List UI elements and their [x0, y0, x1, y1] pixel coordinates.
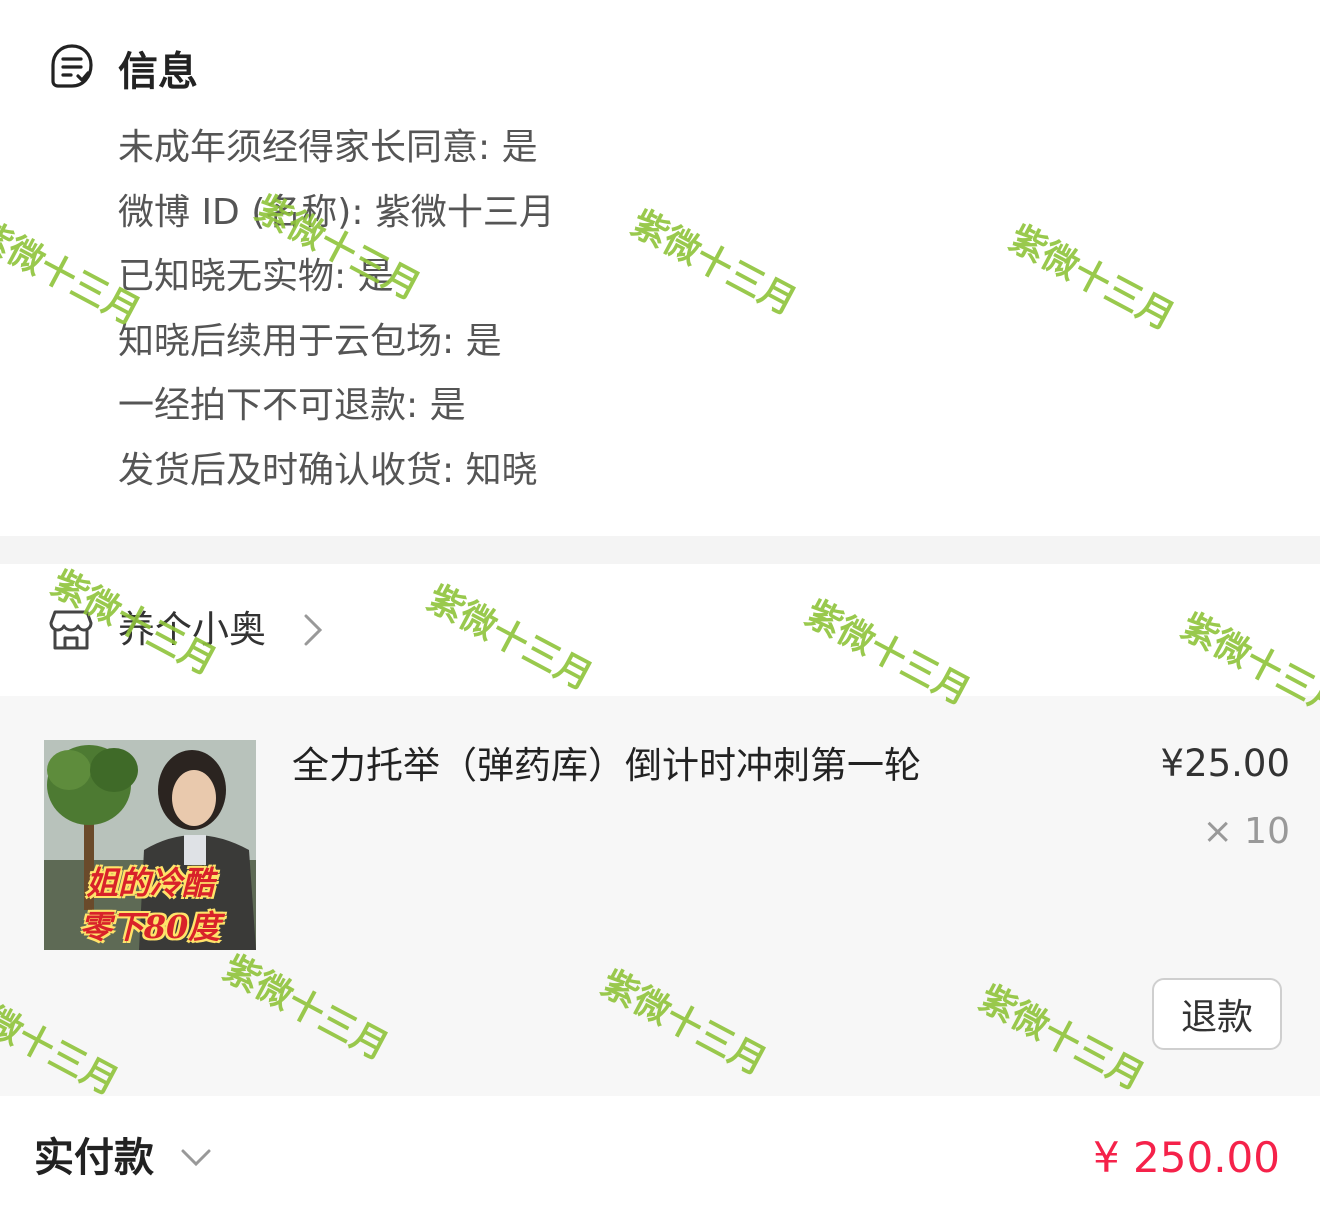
product-thumbnail[interactable]: 姐的冷酷 零下80度	[44, 740, 256, 950]
total-label: 实付款	[34, 1135, 154, 1181]
section-divider	[0, 536, 1320, 564]
shop-icon	[48, 608, 94, 654]
shop-row[interactable]: 养个小奥	[0, 564, 1320, 696]
refund-button[interactable]: 退款	[1152, 978, 1282, 1050]
total-amount: ¥ 250.00	[1092, 1133, 1280, 1182]
shop-name[interactable]: 养个小奥	[118, 604, 266, 656]
item-title[interactable]: 全力托举（弹药库）倒计时冲刺第一轮	[292, 740, 921, 792]
thumbnail-caption-1: 姐的冷酷	[85, 864, 214, 902]
info-section: 信息 未成年须经得家长同意: 是 微博 ID (名称): 紫微十三月 已知晓无实…	[0, 0, 1320, 536]
thumbnail-caption-2: 零下80度	[79, 908, 221, 946]
info-line: 未成年须经得家长同意: 是	[118, 127, 538, 168]
item-price: ¥25.00	[1160, 742, 1290, 785]
item-quantity: × 10	[1202, 811, 1290, 852]
info-header: 信息	[48, 40, 198, 96]
chevron-right-icon	[300, 612, 326, 648]
info-title: 信息	[118, 49, 198, 95]
info-line: 微博 ID (名称): 紫微十三月	[118, 191, 555, 233]
note-icon	[48, 42, 96, 94]
chevron-down-icon[interactable]	[180, 1146, 212, 1170]
order-item-card[interactable]: 姐的冷酷 零下80度 全力托举（弹药库）倒计时冲刺第一轮 ¥25.00 × 10…	[0, 696, 1320, 1096]
info-line: 已知晓无实物: 是	[118, 256, 394, 297]
info-line: 知晓后续用于云包场: 是	[118, 320, 502, 362]
info-line: 一经拍下不可退款: 是	[118, 385, 466, 426]
info-line: 发货后及时确认收货: 知晓	[118, 449, 538, 491]
info-list: 未成年须经得家长同意: 是 微博 ID (名称): 紫微十三月 已知晓无实物: …	[118, 116, 555, 503]
total-row: 实付款 ¥ 250.00	[0, 1096, 1320, 1220]
